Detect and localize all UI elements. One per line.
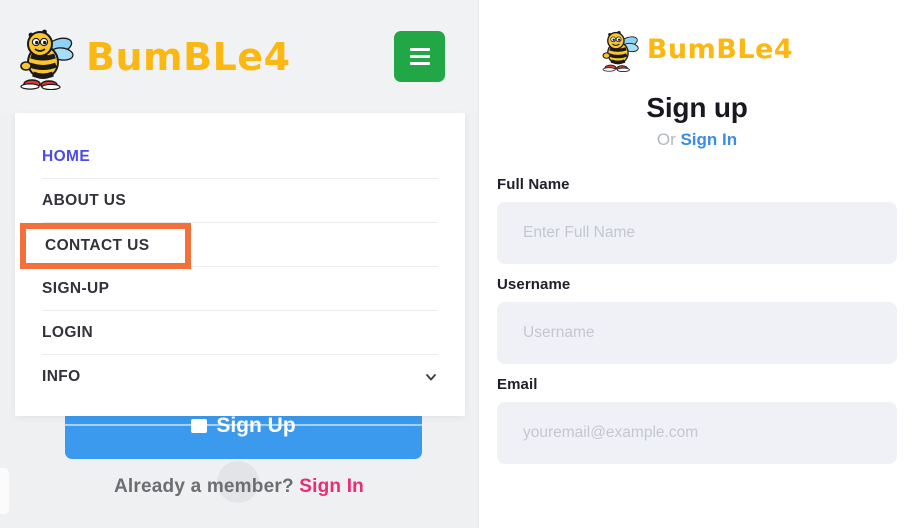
field-username: Username — [497, 276, 897, 364]
nav-item-label: LOGIN — [42, 323, 94, 341]
nav-item-label: ABOUT US — [42, 191, 127, 209]
field-email: Email — [497, 376, 897, 464]
right-brand-logo[interactable]: BumBLe4 — [479, 27, 915, 72]
left-panel-header: BumBLe4 — [0, 0, 478, 113]
signin-prompt-row: Or Sign In — [479, 130, 915, 150]
left-mobile-preview-panel: BumBLe4 Sign Up Already a member? Sign I… — [0, 0, 478, 528]
contact-us-highlight-box[interactable]: CONTACT US — [20, 223, 191, 269]
right-signup-panel: BumBLe4 Sign up Or Sign In Full Name Use… — [479, 0, 915, 528]
bee-mascot-icon — [20, 29, 74, 90]
nav-item-home[interactable]: HOME — [42, 135, 438, 179]
nav-item-label: INFO — [42, 368, 81, 385]
bee-mascot-icon — [602, 30, 639, 72]
signup-button-divider — [65, 424, 422, 426]
signup-form: Full Name Username Email — [479, 176, 915, 464]
nav-item-login[interactable]: LOGIN — [42, 311, 438, 355]
signin-link[interactable]: Sign In — [299, 476, 364, 497]
nav-item-sign-up[interactable]: SIGN-UP — [42, 267, 438, 311]
nav-item-label: SIGN-UP — [42, 279, 110, 297]
app-screen: BumBLe4 Sign Up Already a member? Sign I… — [0, 0, 915, 528]
already-member-text: Already a member? — [114, 476, 294, 497]
full-name-input[interactable] — [497, 202, 897, 264]
already-member-row: Already a member? Sign In — [0, 476, 478, 498]
chevron-down-icon — [426, 374, 436, 381]
brand-name: BumBLe4 — [86, 34, 291, 79]
hamburger-menu-button[interactable] — [394, 31, 445, 82]
brand-logo[interactable]: BumBLe4 — [18, 24, 291, 90]
scrollbar-nub[interactable] — [0, 468, 9, 514]
signin-link[interactable]: Sign In — [680, 130, 737, 149]
page-title: Sign up — [646, 92, 748, 123]
contact-us-label: CONTACT US — [45, 237, 150, 254]
nav-item-info[interactable]: INFO — [42, 355, 438, 399]
field-full-name: Full Name — [497, 176, 897, 264]
username-input[interactable] — [497, 302, 897, 364]
nav-item-label: HOME — [42, 147, 91, 165]
nav-item-about-us[interactable]: ABOUT US — [42, 179, 438, 223]
hamburger-menu-icon — [409, 48, 430, 65]
brand-name: BumBLe4 — [646, 34, 794, 65]
field-label: Full Name — [497, 176, 570, 193]
email-input[interactable] — [497, 402, 897, 464]
field-label: Username — [497, 276, 571, 293]
field-label: Email — [497, 376, 538, 393]
or-text: Or — [656, 130, 676, 149]
